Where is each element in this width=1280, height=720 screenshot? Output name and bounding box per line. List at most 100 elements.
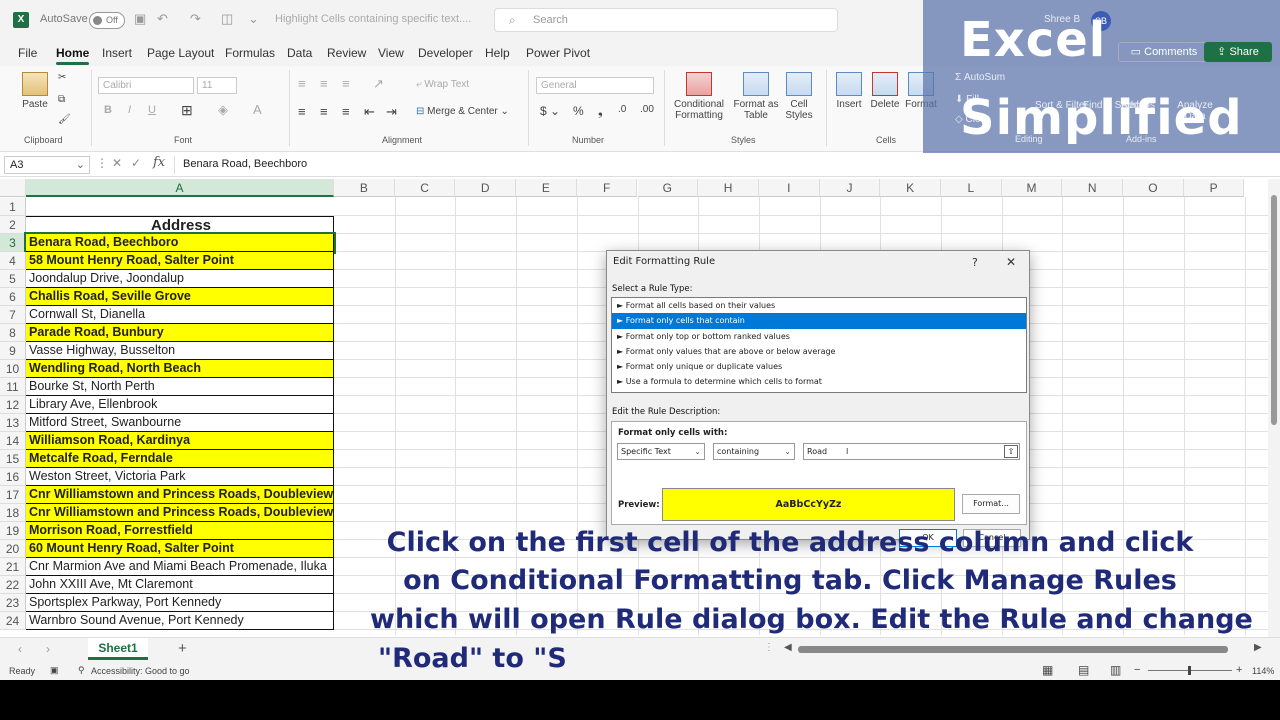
camera-icon[interactable]: ◫ [221, 11, 233, 27]
column-header-a[interactable]: A [26, 179, 334, 197]
rule-type-item[interactable]: ► Format only top or bottom ranked value… [612, 329, 1026, 344]
column-header-d[interactable]: D [455, 179, 517, 197]
address-cell[interactable]: Cornwall St, Dianella [26, 306, 334, 324]
column-header-f[interactable]: F [576, 179, 638, 197]
column-header-c[interactable]: C [394, 179, 456, 197]
normal-view-icon[interactable]: ▦ [1042, 663, 1053, 677]
column-header-l[interactable]: L [941, 179, 1002, 197]
address-cell[interactable]: Cnr Williamstown and Princess Roads, Dou… [26, 504, 334, 522]
search-box[interactable]: ⌕ Search [494, 8, 838, 32]
row-header[interactable]: 2 [0, 216, 26, 234]
horizontal-scrollbar[interactable] [798, 646, 1228, 653]
copy-icon[interactable]: ⧉ [58, 94, 65, 105]
address-cell[interactable]: Weston Street, Victoria Park [26, 468, 334, 486]
row-header[interactable]: 24 [0, 612, 26, 630]
address-cell[interactable]: Morrison Road, Forrestfield [26, 522, 334, 540]
scroll-right-icon[interactable]: ▶ [1254, 642, 1262, 653]
zoom-in-button[interactable]: + [1236, 664, 1242, 676]
zoom-slider-handle[interactable] [1188, 666, 1191, 675]
column-header-j[interactable]: J [819, 179, 881, 197]
close-button[interactable]: ✕ [1006, 255, 1016, 269]
wrap-text-button[interactable]: ⤶ Wrap Text [416, 79, 469, 90]
column-header-i[interactable]: I [758, 179, 820, 197]
font-size-select[interactable]: 11 [197, 77, 237, 94]
address-cell[interactable]: Library Ave, Ellenbrook [26, 396, 334, 414]
tab-home[interactable]: Home [56, 46, 90, 65]
column-header-k[interactable]: K [880, 179, 941, 197]
accounting-format-icon[interactable]: $ ⌄ [540, 104, 560, 118]
row-header[interactable]: 23 [0, 594, 26, 612]
accessibility-status[interactable]: Accessibility: Good to go [91, 666, 190, 676]
address-cell[interactable]: Joondalup Drive, Joondalup [26, 270, 334, 288]
row-header[interactable]: 4 [0, 252, 26, 270]
format-as-table-button[interactable]: Format as Table [731, 72, 781, 121]
rule-type-item[interactable]: ► Format all cells based on their values [612, 298, 1026, 313]
tab-file[interactable]: File [18, 46, 37, 60]
row-header[interactable]: 22 [0, 576, 26, 594]
row-header[interactable]: 9 [0, 342, 26, 360]
row-header[interactable]: 10 [0, 360, 26, 378]
paste-button[interactable]: Paste [18, 72, 52, 110]
font-color-icon[interactable]: A [253, 102, 262, 117]
tab-help[interactable]: Help [485, 46, 510, 60]
autosum-button[interactable]: Σ AutoSum [955, 72, 1005, 83]
tab-view[interactable]: View [378, 46, 404, 60]
borders-icon[interactable]: ⊞ [181, 102, 193, 119]
address-cell[interactable]: John XXIII Ave, Mt Claremont [26, 576, 334, 594]
page-break-view-icon[interactable]: ▥ [1110, 663, 1121, 677]
row-header[interactable]: 21 [0, 558, 26, 576]
address-cell[interactable]: Cnr Williamstown and Princess Roads, Dou… [26, 486, 334, 504]
address-cell[interactable]: Mitford Street, Swanbourne [26, 414, 334, 432]
tab-formulas[interactable]: Formulas [225, 46, 275, 60]
formula-input[interactable]: Benara Road, Beechboro [174, 156, 1274, 174]
scroll-left-icon[interactable]: ◀ [784, 642, 792, 653]
percent-icon[interactable]: % [573, 104, 584, 118]
rule-type-item[interactable]: ► Format only cells that contain [612, 313, 1026, 329]
align-top-icon[interactable]: ≡ [298, 76, 306, 91]
column-header-m[interactable]: M [1001, 179, 1063, 197]
tab-power-pivot[interactable]: Power Pivot [526, 46, 590, 60]
align-right-icon[interactable]: ≡ [342, 104, 350, 119]
column-header-e[interactable]: E [516, 179, 577, 197]
name-box[interactable]: A3 ⌄ [4, 156, 90, 174]
address-cell[interactable]: Wendling Road, North Beach [26, 360, 334, 378]
tab-insert[interactable]: Insert [102, 46, 132, 60]
address-cell[interactable]: 60 Mount Henry Road, Salter Point [26, 540, 334, 558]
confirm-entry-icon[interactable]: ✓ [131, 156, 141, 170]
row-header[interactable]: 14 [0, 432, 26, 450]
previous-sheet-icon[interactable]: ‹ [18, 642, 22, 656]
share-button[interactable]: ⇪ Share [1204, 42, 1272, 62]
number-format-select[interactable]: General [536, 77, 654, 94]
cut-icon[interactable]: ✂ [58, 72, 66, 83]
column-header-p[interactable]: P [1183, 179, 1245, 197]
format-painter-icon[interactable]: 🖌 [58, 114, 71, 125]
insert-cells-button[interactable]: Insert [833, 72, 865, 110]
cancel-entry-icon[interactable]: ✕ [112, 156, 122, 170]
row-header[interactable]: 8 [0, 324, 26, 342]
align-left-icon[interactable]: ≡ [298, 104, 306, 119]
rule-type-item[interactable]: ► Use a formula to determine which cells… [612, 374, 1026, 389]
row-header[interactable]: 3 [0, 234, 26, 252]
align-bottom-icon[interactable]: ≡ [342, 76, 350, 91]
collapse-dialog-icon[interactable]: ⇧ [1004, 445, 1018, 458]
address-cell[interactable]: Cnr Marmion Ave and Miami Beach Promenad… [26, 558, 334, 576]
increase-decimal-icon[interactable]: .0 [618, 104, 626, 115]
address-cell[interactable]: Bourke St, North Perth [26, 378, 334, 396]
column-header-n[interactable]: N [1062, 179, 1124, 197]
decrease-indent-icon[interactable]: ⇤ [364, 104, 375, 120]
undo-icon[interactable]: ↶ [157, 11, 168, 27]
select-all-corner[interactable] [0, 179, 26, 197]
row-header[interactable]: 7 [0, 306, 26, 324]
row-header[interactable]: 13 [0, 414, 26, 432]
comments-button[interactable]: ▭ Comments [1118, 42, 1210, 62]
macro-record-icon[interactable]: ▣ [50, 665, 59, 676]
address-cell[interactable]: Warnbro Sound Avenue, Port Kennedy [26, 612, 334, 630]
orientation-icon[interactable]: ↗ [373, 76, 384, 92]
add-sheet-button[interactable]: + [178, 640, 187, 657]
bold-button[interactable]: B [104, 104, 112, 116]
customize-qat-icon[interactable]: ⌄ [248, 11, 259, 27]
address-cell[interactable]: Parade Road, Bunbury [26, 324, 334, 342]
align-center-icon[interactable]: ≡ [320, 104, 328, 119]
vertical-scrollbar[interactable] [1268, 179, 1280, 637]
comma-style-icon[interactable]: ❟ [598, 104, 603, 119]
